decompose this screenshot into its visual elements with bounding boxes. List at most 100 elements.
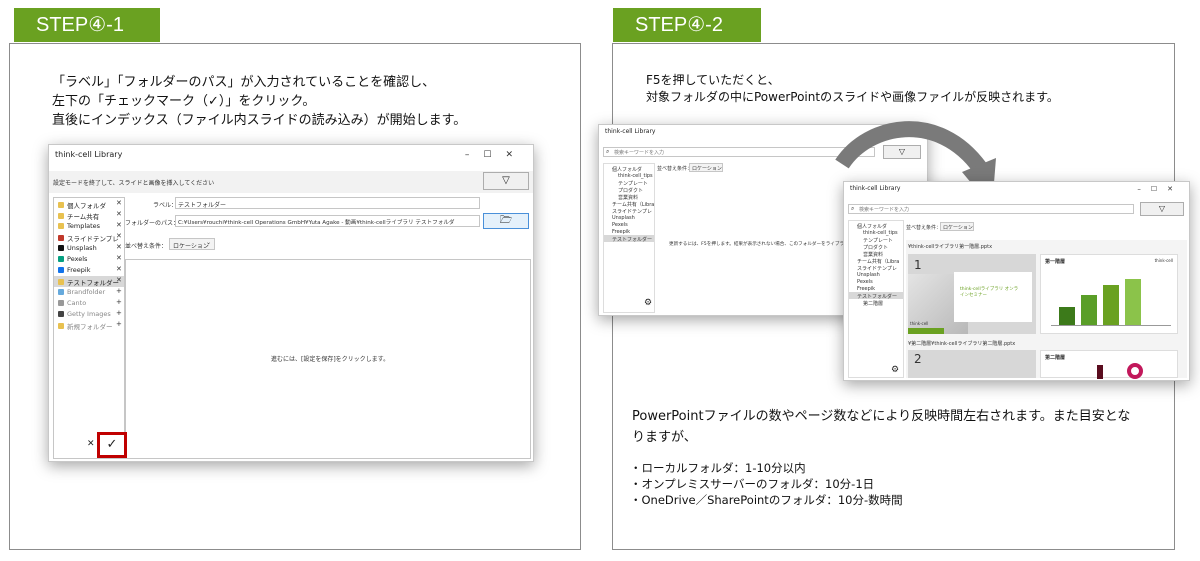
browse-folder-button[interactable]: 🗁 [483, 213, 529, 229]
path-input[interactable]: C:¥Users¥rouchi¥think-cell Operations Gm… [175, 215, 480, 227]
sidebar-item[interactable]: Getty Images [58, 310, 111, 318]
sort-dropdown[interactable]: ロケーション [689, 163, 723, 172]
step-4-1-tab: STEP④-1 [14, 8, 160, 42]
sidebar-item[interactable]: 個人フォルダ [58, 200, 106, 210]
sidebar-item[interactable]: Unsplash [58, 244, 97, 252]
folder-icon [58, 202, 64, 208]
add-icon[interactable]: + [116, 320, 122, 328]
slide-badge: think-cell [1154, 258, 1173, 263]
filter-button[interactable]: ▽ [483, 172, 529, 190]
file-name: ¥think-cellライブラリ第一階層.pptx [908, 244, 993, 250]
path-input-value: C:¥Users¥rouchi¥think-cell Operations Gm… [178, 220, 455, 226]
tree-item[interactable]: チーム共有（Libra [612, 201, 654, 208]
remove-icon[interactable]: ✕ [116, 243, 122, 251]
tree-item[interactable]: Unsplash [857, 272, 880, 278]
tree-item[interactable]: think-cell_tips [863, 230, 898, 236]
slide-number: 2 [914, 352, 922, 366]
gear-icon[interactable]: ⚙ [644, 298, 652, 308]
banner-text: 設定モードを終了して、スライドと画像を挿入してください [53, 180, 215, 187]
add-icon[interactable]: + [116, 298, 122, 306]
add-icon[interactable]: + [116, 309, 122, 317]
bullet-item: ・ローカルフォルダ：1-10分以内 [630, 461, 806, 475]
sidebar-item[interactable]: Freepik [58, 266, 91, 274]
body-line: りますが、 [632, 430, 697, 445]
sort-dropdown[interactable]: ロケーション [940, 222, 974, 231]
sidebar-item[interactable]: チーム共有 [58, 211, 99, 221]
window-controls[interactable]: –☐✕ [465, 145, 527, 165]
sidebar-item[interactable]: 新規フォルダー [58, 321, 113, 331]
sidebar-item[interactable]: Pexels [58, 255, 87, 263]
getty-icon [58, 311, 64, 317]
path-caption: フォルダーのパス： [125, 220, 180, 227]
slide-thumbnail[interactable]: 第一階層 think-cell [1040, 254, 1178, 334]
slide-thumbnail[interactable]: 2 [908, 350, 1036, 378]
cancel-button[interactable]: ✕ [87, 439, 95, 449]
sidebar-item[interactable]: Canto [58, 299, 86, 307]
tree-item[interactable]: think-cell_tips [618, 173, 653, 179]
tree-item[interactable]: スライドテンプレ [612, 208, 652, 215]
tree-item[interactable]: 個人フォルダ [857, 223, 887, 230]
sort-dropdown[interactable]: ロケーション ⌄ [169, 238, 215, 250]
brandfolder-icon [58, 289, 64, 295]
tree-item[interactable]: テンプレート [618, 180, 648, 187]
tree-panel: 個人フォルダ think-cell_tips テンプレート プロダクト 営業資料… [848, 220, 904, 378]
sort-caption: 並べ替え条件： [125, 243, 168, 250]
label-input-value: テストフォルダー [178, 202, 227, 209]
remove-icon[interactable]: ✕ [116, 221, 122, 229]
remove-icon[interactable]: ✕ [116, 199, 122, 207]
tree-item-selected[interactable]: テストフォルダー [857, 293, 897, 300]
sidebar-item[interactable]: スライドテンプレ [58, 233, 119, 243]
desc-line: 対象フォルダの中にPowerPointのスライドや画像ファイルが反映されます。 [646, 90, 1059, 104]
remove-icon[interactable]: ✕ [116, 265, 122, 273]
save-checkmark-button[interactable]: ✓ [97, 432, 127, 458]
bar [1059, 307, 1075, 325]
search-icon: ⌕ [606, 148, 610, 155]
dark-bar [1097, 365, 1103, 379]
remove-icon[interactable]: ✕ [116, 254, 122, 262]
slide-thumbnail[interactable]: 1 think-cellライブラリ オンラインセミナー think-cell [908, 254, 1036, 334]
sort-dropdown-value: ロケーション [173, 243, 209, 250]
tree-item[interactable]: Pexels [612, 222, 628, 228]
desc-line: 直後にインデックス（ファイル内スライドの読み込み）が開始します。 [52, 113, 467, 128]
save-prompt-text: 進むには、[設定を保存]をクリックします。 [271, 356, 390, 363]
sidebar-item-selected[interactable]: テストフォルダー [58, 277, 119, 287]
pexels-icon [58, 256, 64, 262]
desc-line: 「ラベル」「フォルダーのパス」が入力されていることを確認し、 [52, 75, 436, 90]
filter-button[interactable]: ▽ [1140, 202, 1184, 216]
tree-item[interactable]: 第二階層 [863, 300, 883, 307]
tree-item-selected[interactable]: テストフォルダー [612, 236, 652, 243]
tree-item[interactable]: 個人フォルダ [612, 166, 642, 173]
sidebar-item[interactable]: Brandfolder [58, 288, 105, 296]
bullet-item: ・OneDrive／SharePointのフォルダ：10分-数時間 [630, 493, 903, 507]
unsplash-icon [58, 245, 64, 251]
add-icon[interactable]: + [116, 287, 122, 295]
tree-item[interactable]: 営業資料 [618, 194, 638, 201]
sidebar-item[interactable]: Templates [58, 222, 100, 230]
tree-panel: 個人フォルダ think-cell_tips テンプレート プロダクト 営業資料… [603, 163, 655, 313]
label-input[interactable]: テストフォルダー [175, 197, 480, 209]
tree-item[interactable]: テンプレート [863, 237, 893, 244]
tree-item[interactable]: Pexels [857, 279, 873, 285]
settings-main-area: 進むには、[設定を保存]をクリックします。 [125, 259, 531, 459]
search-icon: ⌕ [851, 205, 855, 212]
search-input[interactable]: ⌕ 検索キーワードを入力 [848, 204, 1134, 214]
tree-item[interactable]: Unsplash [612, 215, 635, 221]
remove-icon[interactable]: ✕ [116, 232, 122, 240]
remove-icon[interactable]: ✕ [116, 276, 122, 284]
tree-item[interactable]: 営業資料 [863, 251, 883, 258]
slide-title-box: think-cellライブラリ オンラインセミナー [954, 272, 1032, 322]
window-controls[interactable]: –☐✕ [1137, 182, 1183, 196]
remove-icon[interactable]: ✕ [116, 210, 122, 218]
filter-icon: ▽ [502, 175, 510, 186]
tree-item[interactable]: プロダクト [618, 187, 643, 194]
body-line: PowerPointファイルの数やページ数などにより反映時間左右されます。また目… [632, 409, 1131, 424]
tree-item[interactable]: スライドテンプレ [857, 265, 897, 272]
gear-icon[interactable]: ⚙ [891, 365, 899, 375]
folder-open-icon: 🗁 [499, 215, 513, 226]
tree-item[interactable]: チーム共有（Libra [857, 258, 899, 265]
tree-item[interactable]: プロダクト [863, 244, 888, 251]
axis-line [1051, 325, 1171, 326]
slide-title: 第二階層 [1045, 355, 1066, 361]
library-settings-window: think-cell Library –☐✕ 設定モードを終了して、スライドと画… [48, 144, 534, 462]
slide-thumbnail[interactable]: 第二階層 [1040, 350, 1178, 379]
